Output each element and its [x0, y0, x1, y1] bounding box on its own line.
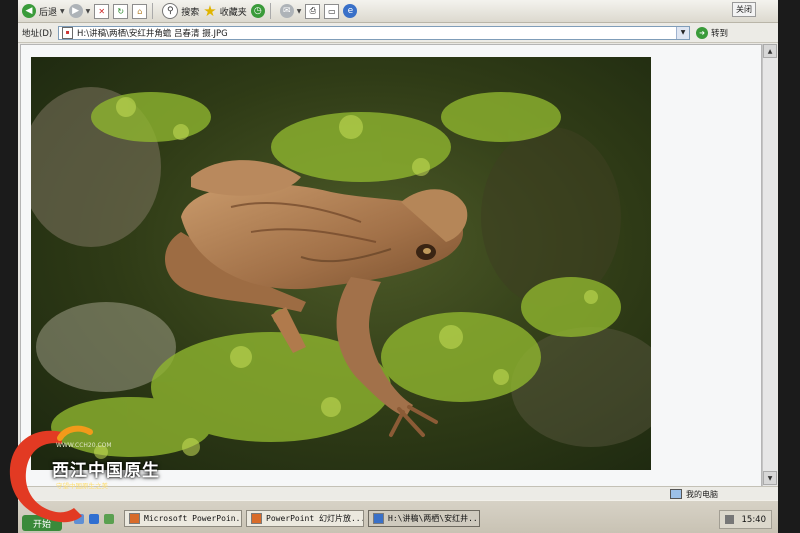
stop-icon: ✕ — [94, 3, 110, 19]
toolbar-divider — [152, 3, 154, 19]
print-button[interactable]: ⎙ — [305, 1, 321, 21]
quick-launch — [74, 514, 119, 524]
powerpoint-icon — [129, 513, 140, 524]
task-label: PowerPoint 幻灯片放... — [266, 514, 364, 523]
address-bar: 地址(D) ▪ H:\讲稿\两栖\安红井角蟾 吕春清 摄.JPG ▼ ➜ 转到 — [18, 23, 778, 43]
frog-photo — [31, 57, 651, 470]
search-button[interactable]: ⚲ 搜索 — [162, 1, 199, 21]
status-zone-label: 我的电脑 — [686, 489, 718, 499]
print-icon: ⎙ — [305, 3, 321, 19]
search-label: 搜索 — [181, 7, 200, 18]
forward-button[interactable]: ▶ ▼ — [68, 1, 91, 21]
status-bar: 我的电脑 — [18, 486, 778, 501]
taskbar: 开始 Microsoft PowerPoin... PowerPoint 幻灯片… — [18, 500, 778, 533]
go-button[interactable]: ➜ 转到 — [696, 26, 729, 39]
keyboard-icon[interactable] — [724, 515, 734, 524]
mail-button[interactable]: ✉ ▼ — [279, 1, 302, 21]
scroll-up-icon[interactable]: ▲ — [763, 44, 777, 58]
mail-icon: ✉ — [279, 4, 294, 18]
globe-icon: e — [343, 4, 358, 18]
favorites-label: 收藏夹 — [219, 7, 247, 18]
task-label: Microsoft PowerPoin... — [144, 514, 242, 523]
browser-window: ◀ 后退 ▼ ▶ ▼ ✕ ↻ ⌂ ⚲ 搜索 ★ 收藏夹 ◷ ✉ ▼ ⎙ ▭ e … — [18, 0, 778, 533]
favorites-button[interactable]: ★ 收藏夹 — [203, 1, 246, 21]
refresh-icon: ↻ — [113, 3, 129, 19]
toolbar-divider — [269, 3, 271, 19]
chevron-down-icon: ▼ — [85, 7, 91, 15]
task-label: H:\讲稿\两栖\安红井... — [388, 514, 480, 523]
go-arrow-icon: ➜ — [696, 26, 708, 39]
desktop-icon[interactable] — [74, 514, 84, 524]
task-slideshow[interactable]: PowerPoint 幻灯片放... — [246, 510, 364, 527]
start-button[interactable]: 开始 — [22, 515, 62, 531]
back-button[interactable]: ◀ 后退 ▼ — [22, 1, 65, 21]
slideshow-icon — [251, 513, 262, 524]
messenger-button[interactable]: e — [343, 1, 358, 21]
search-icon: ⚲ — [162, 3, 179, 19]
browser-window-icon — [373, 513, 384, 524]
stop-button[interactable]: ✕ — [94, 1, 110, 21]
history-icon: ◷ — [250, 4, 265, 18]
back-arrow-icon: ◀ — [22, 4, 36, 18]
task-powerpoint[interactable]: Microsoft PowerPoin... — [124, 510, 242, 527]
chevron-down-icon: ▼ — [60, 7, 65, 15]
browser-icon[interactable] — [89, 514, 99, 524]
clock: 15:40 — [741, 514, 767, 525]
computer-icon — [670, 489, 682, 499]
image-file-icon: ▪ — [62, 26, 73, 39]
address-dropdown-icon[interactable]: ▼ — [676, 26, 689, 39]
star-icon: ★ — [203, 2, 217, 20]
back-label: 后退 — [39, 7, 58, 18]
home-button[interactable]: ⌂ — [132, 1, 148, 21]
go-label: 转到 — [711, 28, 729, 39]
media-icon[interactable] — [104, 514, 114, 524]
task-image-viewer[interactable]: H:\讲稿\两栖\安红井... — [368, 510, 480, 527]
edit-button[interactable]: ▭ — [324, 1, 340, 21]
toolbar: ◀ 后退 ▼ ▶ ▼ ✕ ↻ ⌂ ⚲ 搜索 ★ 收藏夹 ◷ ✉ ▼ ⎙ ▭ e … — [18, 0, 778, 23]
system-tray: 15:40 — [718, 510, 772, 529]
address-value: H:\讲稿\两栖\安红井角蟾 吕春清 摄.JPG — [77, 28, 228, 39]
close-button[interactable]: 关闭 — [732, 2, 756, 17]
edit-icon: ▭ — [324, 3, 340, 19]
address-input[interactable]: ▪ H:\讲稿\两栖\安红井角蟾 吕春清 摄.JPG ▼ — [58, 25, 690, 40]
history-button[interactable]: ◷ — [250, 1, 265, 21]
frog-photo-graphic — [31, 57, 651, 470]
scroll-down-icon[interactable]: ▼ — [763, 471, 777, 485]
vertical-scrollbar[interactable]: ▲ ▼ — [762, 44, 777, 487]
home-icon: ⌂ — [132, 3, 148, 19]
address-label: 地址(D) — [22, 28, 53, 39]
forward-arrow-icon: ▶ — [68, 4, 83, 18]
refresh-button[interactable]: ↻ — [113, 1, 129, 21]
status-zone: 我的电脑 — [670, 489, 778, 500]
chevron-down-icon: ▼ — [296, 7, 302, 15]
page-content — [20, 44, 762, 487]
